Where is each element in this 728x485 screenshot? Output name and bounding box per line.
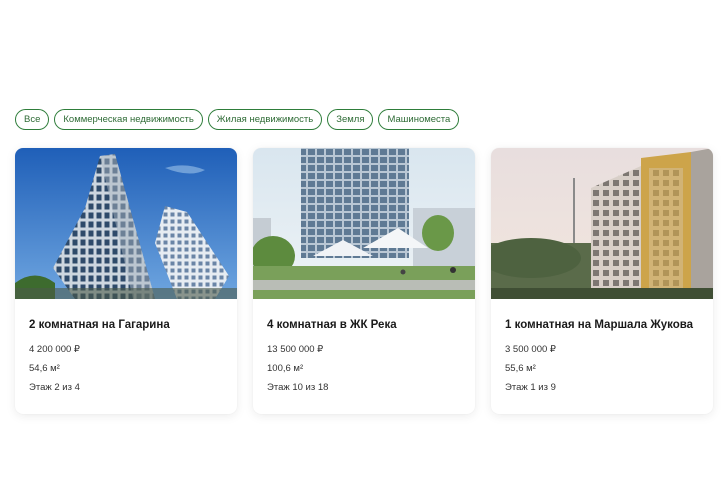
listing-card[interactable]: 4 комнатная в ЖК Река 13 500 000 ₽ 100,6… [253,148,475,414]
listing-title: 2 комнатная на Гагарина [29,319,170,331]
listing-photo [253,148,475,299]
listing-price: 3 500 000 ₽ [505,344,556,355]
listing-photo [491,148,713,299]
listing-card[interactable]: 2 комнатная на Гагарина 4 200 000 ₽ 54,6… [15,148,237,414]
listing-grid: 2 комнатная на Гагарина 4 200 000 ₽ 54,6… [15,148,713,414]
filter-bar: Все Коммерческая недвижимость Жилая недв… [15,109,460,130]
listing-area: 55,6 м² [505,363,536,374]
listing-floor: Этаж 2 из 4 [29,382,80,393]
filter-residential[interactable]: Жилая недвижимость [207,109,323,130]
filter-parking[interactable]: Машиноместа [378,109,460,130]
listing-floor: Этаж 10 из 18 [267,382,329,393]
listing-area: 100,6 м² [267,363,304,374]
filter-commercial[interactable]: Коммерческая недвижимость [54,109,203,130]
listing-price: 13 500 000 ₽ [267,344,324,355]
listing-price: 4 200 000 ₽ [29,344,80,355]
filter-land[interactable]: Земля [327,109,374,130]
listing-card[interactable]: 1 комнатная на Маршала Жукова 3 500 000 … [491,148,713,414]
listing-floor: Этаж 1 из 9 [505,382,556,393]
listing-photo [15,148,237,299]
listing-area: 54,6 м² [29,363,60,374]
filter-all[interactable]: Все [15,109,50,130]
listing-title: 1 комнатная на Маршала Жукова [505,319,694,331]
listing-title: 4 комнатная в ЖК Река [267,319,397,331]
